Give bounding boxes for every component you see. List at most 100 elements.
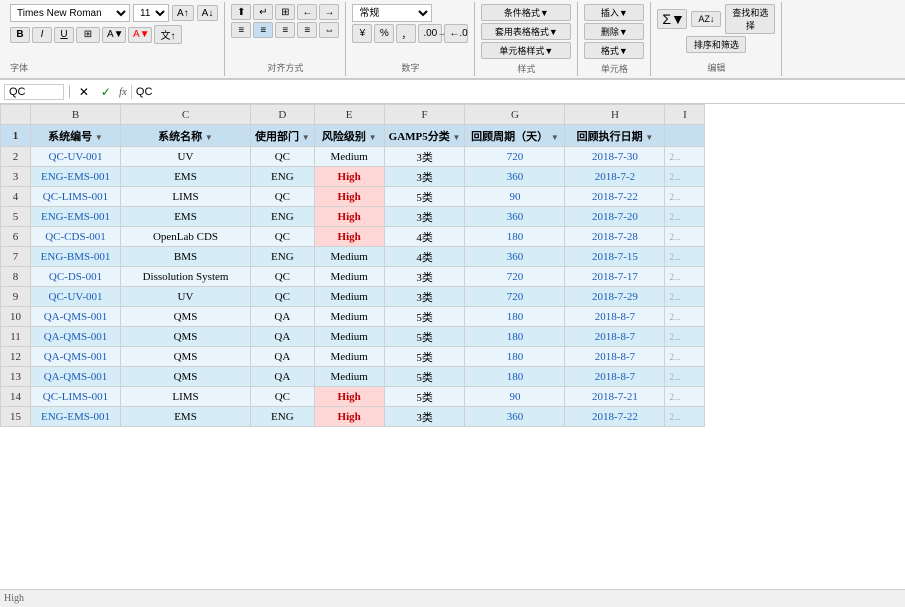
cell-review-period[interactable]: 180 [465, 327, 565, 347]
cell-gamp5-category[interactable]: 3类 [384, 147, 465, 167]
col-B-header[interactable]: 系统编号 ▼ [31, 125, 121, 147]
indent-dec-btn[interactable]: ← [297, 4, 317, 20]
cell-department[interactable]: ENG [251, 247, 315, 267]
dec-inc-btn[interactable]: .00→ [418, 24, 442, 43]
col-C-filter-arrow[interactable]: ▼ [205, 133, 213, 142]
cell-system-code[interactable]: QA-QMS-001 [31, 307, 121, 327]
cell-system-name[interactable]: EMS [121, 207, 251, 227]
cell-review-date[interactable]: 2018-7-20 [565, 207, 665, 227]
dir-btn[interactable]: ⇔ [319, 22, 339, 38]
cell-department[interactable]: QC [251, 387, 315, 407]
confirm-formula-btn[interactable]: ✓ [97, 84, 115, 100]
cell-risk-level[interactable]: Medium [314, 147, 384, 167]
wrap-btn[interactable]: ↵ [253, 4, 273, 20]
cell-review-period[interactable]: 720 [465, 287, 565, 307]
cell-review-period[interactable]: 180 [465, 307, 565, 327]
cell-system-code[interactable]: ENG-EMS-001 [31, 407, 121, 427]
font-size-select[interactable]: 11 [133, 4, 169, 22]
font-grow-btn[interactable]: A↑ [172, 5, 194, 21]
cell-review-period[interactable]: 720 [465, 147, 565, 167]
align-top-btn[interactable]: ⬆ [231, 4, 251, 20]
cell-system-name[interactable]: QMS [121, 327, 251, 347]
number-format-select[interactable]: 常规 [352, 4, 432, 22]
cond-format-btn[interactable]: 条件格式▼ [481, 4, 571, 21]
font-name-select[interactable]: Times New Roman [10, 4, 130, 22]
cell-review-date[interactable]: 2018-7-15 [565, 247, 665, 267]
dec-dec-btn[interactable]: ←.0 [444, 24, 468, 43]
cell-gamp5-category[interactable]: 5类 [384, 307, 465, 327]
cell-gamp5-category[interactable]: 3类 [384, 267, 465, 287]
cell-review-period[interactable]: 360 [465, 407, 565, 427]
cell-system-code[interactable]: QA-QMS-001 [31, 327, 121, 347]
font-color-btn[interactable]: A▼ [128, 27, 152, 43]
col-C-header[interactable]: 系统名称 ▼ [121, 125, 251, 147]
cell-review-period[interactable]: 360 [465, 167, 565, 187]
cell-review-date[interactable]: 2018-7-30 [565, 147, 665, 167]
cell-department[interactable]: QA [251, 327, 315, 347]
cell-department[interactable]: QC [251, 227, 315, 247]
cell-gamp5-category[interactable]: 3类 [384, 407, 465, 427]
cell-review-date[interactable]: 2018-7-22 [565, 407, 665, 427]
cell-gamp5-category[interactable]: 3类 [384, 207, 465, 227]
cell-risk-level[interactable]: High [314, 387, 384, 407]
cell-system-code[interactable]: QC-CDS-001 [31, 227, 121, 247]
col-header-C[interactable]: C [121, 105, 251, 125]
cell-risk-level[interactable]: Medium [314, 307, 384, 327]
cell-review-date[interactable]: 2018-7-17 [565, 267, 665, 287]
format-btn[interactable]: 格式▼ [584, 42, 644, 59]
cell-system-code[interactable]: QC-LIMS-001 [31, 387, 121, 407]
cell-review-date[interactable]: 2018-7-28 [565, 227, 665, 247]
cell-risk-level[interactable]: High [314, 227, 384, 247]
col-header-H[interactable]: H [565, 105, 665, 125]
col-G-filter-arrow[interactable]: ▼ [551, 133, 559, 142]
col-header-E[interactable]: E [314, 105, 384, 125]
cell-review-date[interactable]: 2018-7-29 [565, 287, 665, 307]
col-header-F[interactable]: F [384, 105, 465, 125]
cell-gamp5-category[interactable]: 5类 [384, 187, 465, 207]
cell-department[interactable]: QA [251, 367, 315, 387]
cell-review-period[interactable]: 720 [465, 267, 565, 287]
align-left-btn[interactable]: ≡ [231, 22, 251, 38]
cell-review-date[interactable]: 2018-7-21 [565, 387, 665, 407]
cell-risk-level[interactable]: Medium [314, 347, 384, 367]
col-F-header[interactable]: GAMP5分类 ▼ [384, 125, 465, 147]
grid-container[interactable]: B C D E F G H I 1 系统编号 ▼ 系统名称 ▼ [0, 104, 905, 589]
cell-department[interactable]: QA [251, 307, 315, 327]
cell-department[interactable]: QC [251, 267, 315, 287]
col-header-D[interactable]: D [251, 105, 315, 125]
cancel-formula-btn[interactable]: ✕ [75, 84, 93, 100]
delete-btn[interactable]: 删除▼ [584, 23, 644, 40]
underline-btn[interactable]: U [54, 27, 74, 43]
cell-risk-level[interactable]: High [314, 407, 384, 427]
cell-risk-level[interactable]: High [314, 167, 384, 187]
comma-btn[interactable]: ， [396, 24, 416, 43]
col-E-filter-arrow[interactable]: ▼ [369, 133, 377, 142]
cell-risk-level[interactable]: Medium [314, 267, 384, 287]
justify-btn[interactable]: ≡ [297, 22, 317, 38]
col-D-header[interactable]: 使用部门 ▼ [251, 125, 315, 147]
cell-system-code[interactable]: ENG-EMS-001 [31, 207, 121, 227]
insert-btn[interactable]: 插入▼ [584, 4, 644, 21]
cell-system-code[interactable]: QC-UV-001 [31, 287, 121, 307]
col-G-header[interactable]: 回顾周期（天） ▼ [465, 125, 565, 147]
cell-department[interactable]: QC [251, 187, 315, 207]
cell-system-code[interactable]: QC-LIMS-001 [31, 187, 121, 207]
font-shrink-btn[interactable]: A↓ [197, 5, 219, 21]
align-right-btn[interactable]: ≡ [275, 22, 295, 38]
cell-system-code[interactable]: QC-DS-001 [31, 267, 121, 287]
cell-system-name[interactable]: UV [121, 147, 251, 167]
find-select-btn[interactable]: 查找和选择 [725, 4, 775, 34]
cell-department[interactable]: QA [251, 347, 315, 367]
cell-system-name[interactable]: LIMS [121, 187, 251, 207]
cell-department[interactable]: ENG [251, 207, 315, 227]
az-btn[interactable]: AZ↓ [691, 11, 721, 27]
cell-gamp5-category[interactable]: 4类 [384, 247, 465, 267]
currency-btn[interactable]: ¥ [352, 24, 372, 43]
cell-system-code[interactable]: QC-UV-001 [31, 147, 121, 167]
cell-system-name[interactable]: BMS [121, 247, 251, 267]
cell-review-date[interactable]: 2018-8-7 [565, 347, 665, 367]
percent-btn[interactable]: % [374, 24, 394, 43]
border-btn[interactable]: ⊞ [76, 27, 100, 43]
cell-style-btn[interactable]: 单元格样式▼ [481, 42, 571, 59]
indent-inc-btn[interactable]: → [319, 4, 339, 20]
